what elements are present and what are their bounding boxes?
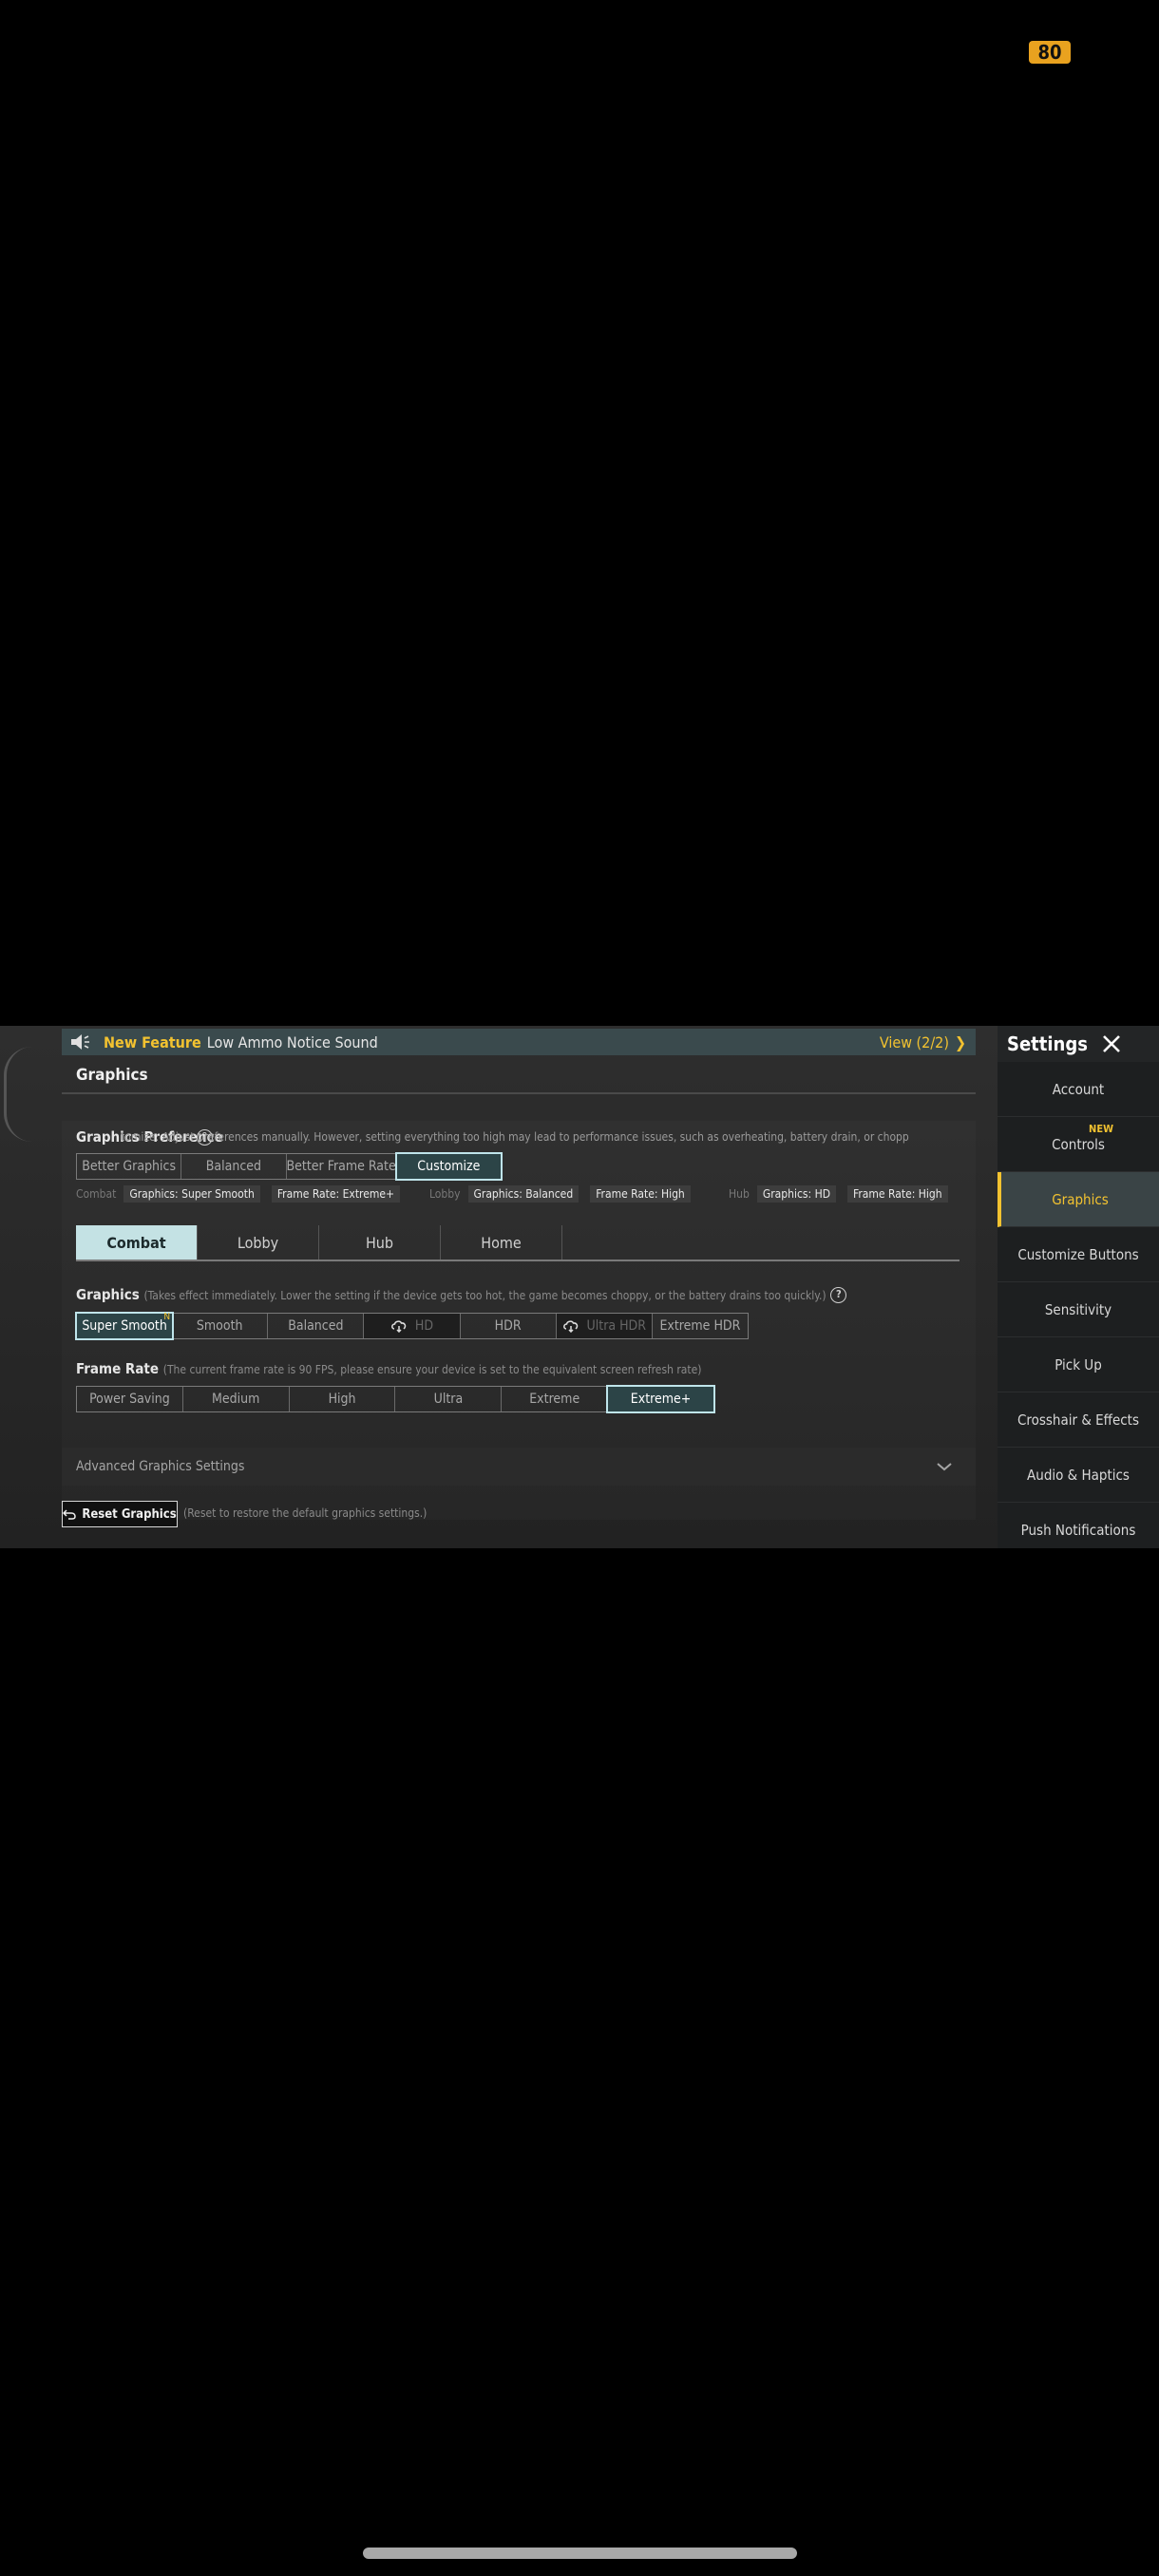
banner-new-label: New Feature [104,1032,201,1051]
tab-combat[interactable]: Combat [76,1225,198,1260]
sidebar-item-customize-buttons[interactable]: Customize Buttons [998,1227,1159,1282]
graphics-option-ultra-hdr[interactable]: Ultra HDR [556,1314,653,1338]
banner-view-link[interactable]: View (2/2) [880,1033,949,1051]
chevron-right-icon[interactable]: ❯ [955,1033,966,1051]
pref-option-balanced[interactable]: Balanced [181,1154,287,1179]
sidebar-item-label: Audio & Haptics [1027,1466,1130,1484]
close-icon[interactable] [1101,1033,1122,1054]
graphics-option-hdr[interactable]: HDR [461,1314,557,1338]
mode-label: Combat [76,1187,117,1201]
speaker-icon [71,1034,89,1050]
frame-option-extreme[interactable]: Extreme [502,1387,609,1411]
sidebar-item-graphics[interactable]: Graphics [998,1172,1159,1227]
sidebar-item-push-notifications[interactable]: Push Notifications [998,1503,1159,1548]
mode-tabs: Combat Lobby Hub Home [76,1225,960,1260]
option-label: HD [414,1318,434,1334]
feature-banner[interactable]: New Feature Low Ammo Notice Sound View (… [62,1029,976,1055]
mode-graphics-chip: Graphics: Balanced [467,1185,580,1203]
graphics-option-super-smooth[interactable]: Super Smooth N [75,1312,175,1340]
mode-frame-chip: Frame Rate: High [847,1185,948,1203]
frame-option-ultra[interactable]: Ultra [395,1387,503,1411]
reset-hint: (Reset to restore the default graphics s… [183,1506,428,1520]
frame-option-medium[interactable]: Medium [183,1387,290,1411]
sidebar-item-label: Graphics [1052,1190,1109,1208]
title-divider [62,1092,976,1094]
advanced-label: Advanced Graphics Settings [76,1459,245,1474]
frame-option-power-saving[interactable]: Power Saving [77,1387,183,1411]
reset-graphics-button[interactable]: Reset Graphics [62,1501,178,1527]
sidebar-item-label: Pick Up [1054,1355,1102,1373]
frame-rate-selector: Power Saving Medium High Ultra Extreme E… [76,1385,715,1413]
cloud-download-icon [390,1320,407,1333]
sidebar-header: Settings [998,1026,1159,1062]
sidebar-item-label: Crosshair & Effects [1016,1411,1140,1429]
sidebar-item-controls[interactable]: NEW Controls [998,1117,1159,1172]
option-label: Super Smooth [82,1318,167,1334]
graphics-quality-selector: Super Smooth N Smooth Balanced HD HDR Ul… [75,1312,749,1340]
sidebar-item-label: Push Notifications [1020,1521,1136,1539]
tabs-divider [76,1260,960,1261]
sidebar-item-label: Customize Buttons [1017,1245,1139,1263]
page-title: Graphics [76,1066,148,1085]
sidebar-item-label: Sensitivity [1044,1300,1112,1318]
mode-summary-lobby: Lobby Graphics: Balanced Frame Rate: Hig… [429,1185,702,1203]
graphics-label-text: Graphics [76,1286,140,1303]
sidebar-item-account[interactable]: Account [998,1062,1159,1117]
mode-graphics-chip: Graphics: Super Smooth [124,1185,260,1203]
graphics-option-smooth[interactable]: Smooth [172,1314,269,1338]
sidebar-item-label: Controls [1052,1135,1105,1153]
mode-frame-chip: Frame Rate: Extreme+ [271,1185,401,1203]
mode-label: Hub [729,1187,750,1201]
tab-hub[interactable]: Hub [319,1225,441,1260]
undo-icon [63,1509,77,1520]
frame-rate-hint: (The current frame rate is 90 FPS, pleas… [162,1363,702,1376]
sidebar-item-crosshair-effects[interactable]: Crosshair & Effects [998,1392,1159,1448]
sidebar-item-pick-up[interactable]: Pick Up [998,1337,1159,1392]
pref-option-customize[interactable]: Customize [394,1152,503,1181]
new-badge: NEW [1089,1123,1113,1135]
preference-selector: Better Graphics Balanced Better Frame Ra… [76,1152,503,1181]
mode-frame-chip: Frame Rate: High [590,1185,691,1203]
sidebar-item-sensitivity[interactable]: Sensitivity [998,1282,1159,1337]
frame-rate-label-text: Frame Rate [76,1360,160,1377]
mode-label: Lobby [429,1187,461,1201]
settings-sidebar: Settings Account NEW Controls Graphics C… [998,1026,1159,1548]
frame-option-extreme-plus[interactable]: Extreme+ [606,1385,715,1413]
graphics-option-extreme-hdr[interactable]: Extreme HDR [653,1314,748,1338]
option-label: Ultra HDR [586,1318,647,1334]
mode-graphics-chip: Graphics: HD [756,1185,837,1203]
reset-label: Reset Graphics [82,1506,177,1522]
help-icon[interactable]: ? [830,1287,847,1303]
cloud-download-icon [562,1320,578,1333]
new-mark: N [163,1312,171,1322]
advanced-graphics-settings[interactable]: Advanced Graphics Settings [62,1448,976,1486]
graphics-option-hd[interactable]: HD [364,1314,461,1338]
battery-indicator: 80 [1029,41,1071,64]
tab-home[interactable]: Home [441,1225,562,1260]
left-edge-decoration [4,1047,32,1142]
graphics-label: Graphics (Takes effect immediately. Lowe… [76,1286,847,1303]
sidebar-item-label: Account [1052,1080,1105,1098]
graphics-hint: (Takes effect immediately. Lower the set… [143,1289,826,1302]
chevron-down-icon [937,1463,952,1471]
banner-message: Low Ammo Notice Sound [206,1032,378,1051]
mode-summary-hub: Hub Graphics: HD Frame Rate: High [729,1185,960,1203]
frame-option-high[interactable]: High [290,1387,396,1411]
mode-summary-combat: Combat Graphics: Super Smooth Frame Rate… [76,1185,411,1203]
sidebar-title: Settings [1007,1032,1088,1055]
sidebar-item-audio-haptics[interactable]: Audio & Haptics [998,1448,1159,1503]
game-settings-screen: New Feature Low Ammo Notice Sound View (… [0,1026,1159,1548]
frame-rate-label: Frame Rate (The current frame rate is 90… [76,1360,701,1377]
home-indicator[interactable] [363,2548,797,2559]
preference-description: tomize: Adjust preferences manually. How… [121,1130,909,1144]
graphics-option-balanced[interactable]: Balanced [268,1314,365,1338]
tab-lobby[interactable]: Lobby [198,1225,319,1260]
pref-option-better-graphics[interactable]: Better Graphics [77,1154,182,1179]
pref-option-better-frame-rate[interactable]: Better Frame Rate [287,1154,397,1179]
